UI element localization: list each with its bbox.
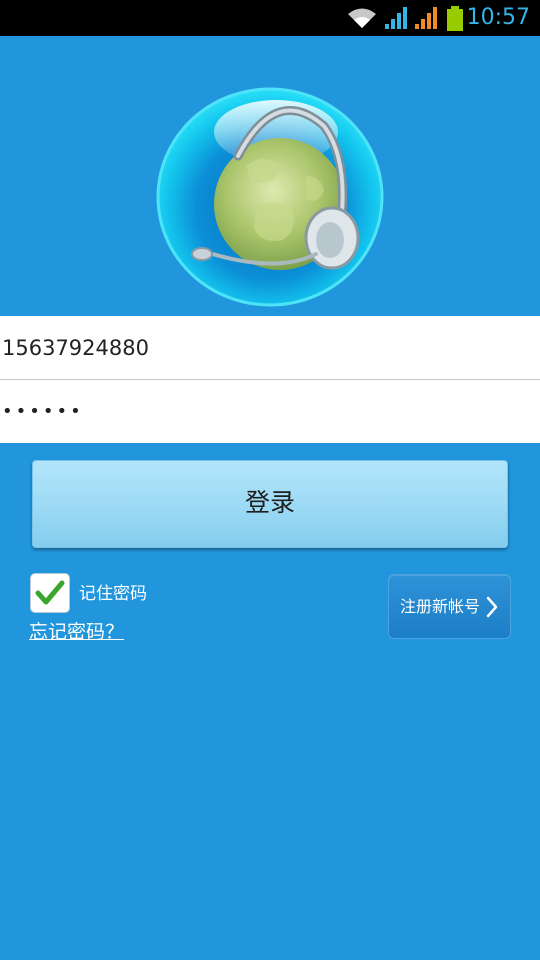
username-input[interactable] — [0, 316, 540, 379]
battery-icon — [447, 6, 463, 31]
forgot-password-link[interactable]: 忘记密码？ — [29, 620, 124, 644]
signal-icon — [415, 7, 437, 29]
chevron-right-icon — [486, 596, 498, 618]
remember-password-checkbox[interactable] — [30, 573, 70, 613]
globe-headset-logo — [156, 87, 384, 307]
register-button-label: 注册新帐号 — [400, 597, 481, 616]
password-input[interactable] — [0, 380, 540, 443]
remember-password-label: 记住密码 — [79, 584, 147, 604]
checkmark-icon — [35, 580, 65, 605]
logo-area — [0, 36, 540, 316]
login-button[interactable]: 登录 — [32, 460, 508, 548]
username-field-container — [0, 316, 540, 380]
password-field-container — [0, 380, 540, 443]
register-button[interactable]: 注册新帐号 — [388, 574, 511, 639]
status-time: 10:57 — [466, 5, 530, 30]
wifi-icon — [348, 8, 376, 28]
signal-icon — [385, 7, 407, 29]
status-bar: 10:57 — [0, 0, 540, 36]
